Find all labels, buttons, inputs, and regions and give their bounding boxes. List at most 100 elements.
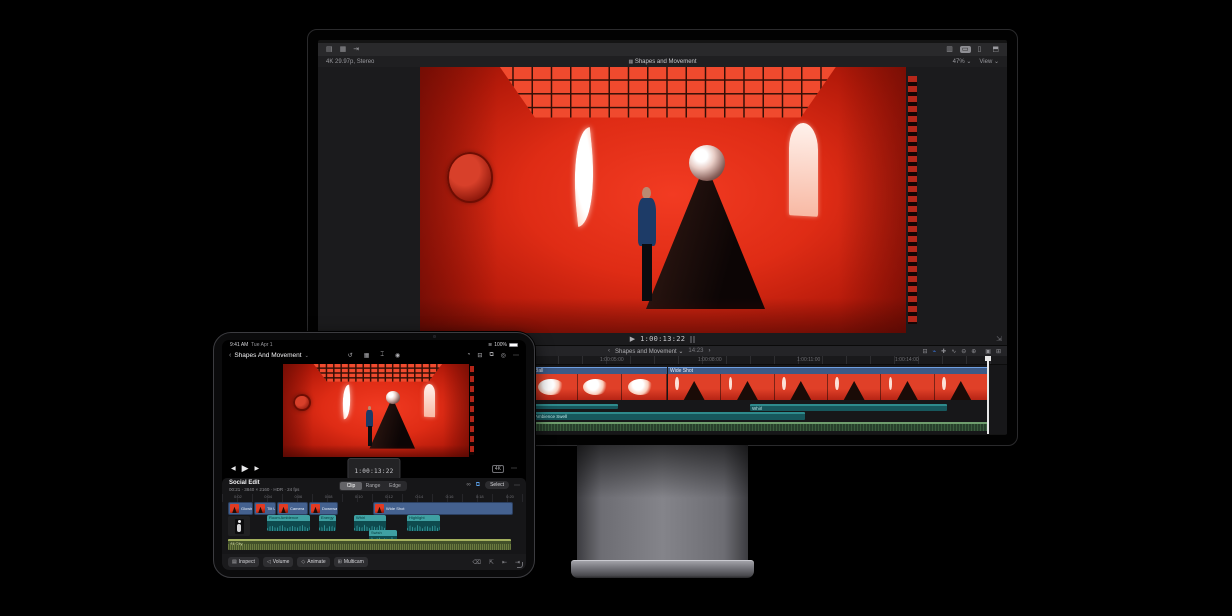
snapping-icon[interactable]: ✚ xyxy=(941,348,946,355)
animate-button[interactable]: ◇ Animate xyxy=(297,557,330,567)
loop-icon[interactable]: ∞ xyxy=(467,482,471,488)
wifi-icon: ≋ xyxy=(488,341,493,348)
clip-downward[interactable]: Downward xyxy=(309,502,338,515)
display-stand-base xyxy=(571,560,754,578)
porthole-window xyxy=(446,152,493,203)
ipad-status-bar: 9:41 AM Tue Apr 1 ≋ 100% xyxy=(222,340,526,349)
inspect-button[interactable]: ▤ Inspect xyxy=(228,557,259,567)
mode-edge[interactable]: Edge xyxy=(384,482,406,490)
export-frame-icon[interactable]: ⇱ xyxy=(489,559,494,566)
ipad-transport-bar: ◀ ▶ ▶ 1:00:13:22 4K ⋯ xyxy=(222,457,526,480)
ipad-timeline-ruler[interactable]: 0:02 0:04 0:06 0:08 0:10 0:12 0:14 0:16 0:18… xyxy=(222,494,526,502)
keyframe-icon: ◇ xyxy=(301,559,306,565)
multicam-icon: ⊞ xyxy=(337,559,342,565)
ceiling-light-grid xyxy=(499,67,836,118)
select-button[interactable]: Select xyxy=(485,481,509,489)
ruler-label: 1:00:14:00 xyxy=(895,357,919,363)
scene: ▤ ▦ ⇥ ▥ ▭ ▯ ⬒ 4K 29.97p, Stereo ▦ Shapes… xyxy=(0,0,1232,616)
share-icon[interactable]: ⬒ xyxy=(992,46,999,53)
skimming-icon[interactable]: ⌁ xyxy=(933,348,937,355)
timeline-project-meta: 00:21 · 3840 × 2160 · HDR · 24 fps xyxy=(229,487,300,492)
vertical-video-clip[interactable] xyxy=(228,516,250,536)
display-stand-neck xyxy=(577,445,748,563)
audio-meters-icon[interactable] xyxy=(690,335,696,343)
audio-clip-room-ambience[interactable]: Room Ambience xyxy=(267,515,310,531)
viewer-timecode: 1:00:13:22 xyxy=(640,335,686,343)
audio-clip-highlight[interactable]: Highlight xyxy=(407,515,440,531)
timeline-layout-icon[interactable]: ▭ xyxy=(959,46,971,53)
ipad-bottom-toolbar: ▤ Inspect ◁ Volume ◇ Animate ⊞ Multicam … xyxy=(222,554,526,570)
clip-tilt-up[interactable]: Tilt Up xyxy=(254,502,276,515)
mode-range[interactable]: Range xyxy=(362,482,384,490)
audio-clip-energy[interactable]: Energy xyxy=(319,515,336,531)
timeline-project-menu[interactable]: Shapes and Movement ⌄ xyxy=(615,348,683,355)
append-icon[interactable]: ⊕ xyxy=(971,348,976,355)
video-clip-ball[interactable]: Ball xyxy=(533,367,667,400)
black-cone xyxy=(645,162,766,310)
ruler-label: 1:00:08:00 xyxy=(698,357,722,363)
clip-wide-shot[interactable]: Wide Shot xyxy=(373,502,513,515)
video-clip-wide-shot[interactable]: Wide Shot xyxy=(668,367,988,400)
clip-glowing-ball[interactable]: Glowing Ball xyxy=(228,502,253,515)
trim-icon[interactable]: ⊞ xyxy=(996,348,1001,355)
music-clip[interactable] xyxy=(533,422,988,431)
quality-badge[interactable]: 4K xyxy=(491,464,504,473)
play-button[interactable]: ▶ xyxy=(630,335,635,343)
copy-icon[interactable]: ⧉ xyxy=(476,482,480,489)
viewer-more-icon[interactable]: ⋯ xyxy=(511,465,517,472)
overwrite-icon[interactable]: ▣ xyxy=(985,348,991,355)
browser-layout-icon[interactable]: ▥ xyxy=(946,46,953,53)
index-icon[interactable]: ⊟ xyxy=(923,348,928,355)
inspector-toggle-icon[interactable]: ▯ xyxy=(978,46,982,53)
video-frame xyxy=(420,67,906,333)
ipad-timeline-header: Social Edit 00:21 · 3840 × 2160 · HDR · … xyxy=(222,478,526,494)
voiceover-mic-icon[interactable]: ⌶ xyxy=(380,352,384,359)
timeline-more-icon[interactable]: ⋯ xyxy=(514,482,520,489)
connect-icon[interactable]: ∿ xyxy=(951,348,956,355)
ipad-timeline-panel: Social Edit 00:21 · 3840 × 2160 · HDR · … xyxy=(222,478,526,554)
resize-handle[interactable] xyxy=(517,562,523,568)
music-clip-all-city[interactable]: All City xyxy=(228,539,511,550)
film-strip-graphic xyxy=(470,366,474,455)
insert-icon[interactable]: ⊖ xyxy=(961,348,966,355)
insert-left-icon[interactable]: ⇤ xyxy=(502,559,507,566)
fullscreen-icon[interactable]: ⇲ xyxy=(996,335,1002,343)
ipad-front-camera xyxy=(433,335,436,338)
next-frame-icon[interactable]: ▶ xyxy=(255,465,260,472)
audio-clip-whirl[interactable]: Whirl xyxy=(750,404,947,411)
clip-camera[interactable]: Camera xyxy=(277,502,308,515)
timeline-project-name[interactable]: Social Edit xyxy=(229,480,260,486)
battery-icon xyxy=(509,342,518,347)
ruler-label: 1:00:11:00 xyxy=(797,357,821,363)
timeline-forward-icon[interactable]: › xyxy=(708,348,710,354)
ipad-play-button[interactable]: ▶ xyxy=(242,463,249,474)
photos-audio-icon[interactable]: ▦ xyxy=(340,46,347,53)
fcp-ipad-screen: 9:41 AM Tue Apr 1 ≋ 100% ‹ Shapes And Mo… xyxy=(222,340,526,570)
audio-clip-ambience-swell[interactable]: Ambience Swell xyxy=(533,412,805,420)
prev-frame-icon[interactable]: ◀ xyxy=(231,465,236,472)
audio-clip[interactable] xyxy=(533,404,618,409)
import-icon[interactable]: ⇥ xyxy=(353,46,359,53)
trash-icon[interactable]: ⌫ xyxy=(472,559,480,566)
media-browser-icon[interactable]: ▦ xyxy=(364,352,370,359)
viewer-info-bar: 4K 29.97p, Stereo ▦ Shapes and Movement … xyxy=(318,56,1007,67)
man-figure xyxy=(636,186,657,302)
inspect-icon: ▤ xyxy=(232,559,237,565)
battery-percent: 100% xyxy=(494,341,507,348)
audio-clip-whirl[interactable]: Whirl xyxy=(354,515,386,531)
ipad-video-frame xyxy=(283,364,469,457)
volume-button[interactable]: ◁ Volume xyxy=(262,557,294,567)
ruler-label: 1:00:05:00 xyxy=(600,357,624,363)
timeline-back-icon[interactable]: ‹ xyxy=(608,348,610,354)
film-strip-graphic xyxy=(908,76,917,324)
ipad-nav-bar: ‹ Shapes And Movement ⌄ ↺ ▦ ⌶ ◉ ◔ ⊟ ⧉ ◎ … xyxy=(222,349,526,362)
media-sidebar-icon[interactable]: ▤ xyxy=(326,46,333,53)
viewer xyxy=(318,67,1007,333)
playhead[interactable] xyxy=(985,356,991,434)
speaker-icon: ◁ xyxy=(266,559,271,565)
multicam-button[interactable]: ⊞ Multicam xyxy=(333,557,368,567)
mode-clip[interactable]: Clip xyxy=(340,482,362,490)
undo-icon[interactable]: ↺ xyxy=(348,352,353,359)
capture-icon[interactable]: ◉ xyxy=(395,352,400,359)
status-time: 9:41 AM xyxy=(230,341,249,348)
